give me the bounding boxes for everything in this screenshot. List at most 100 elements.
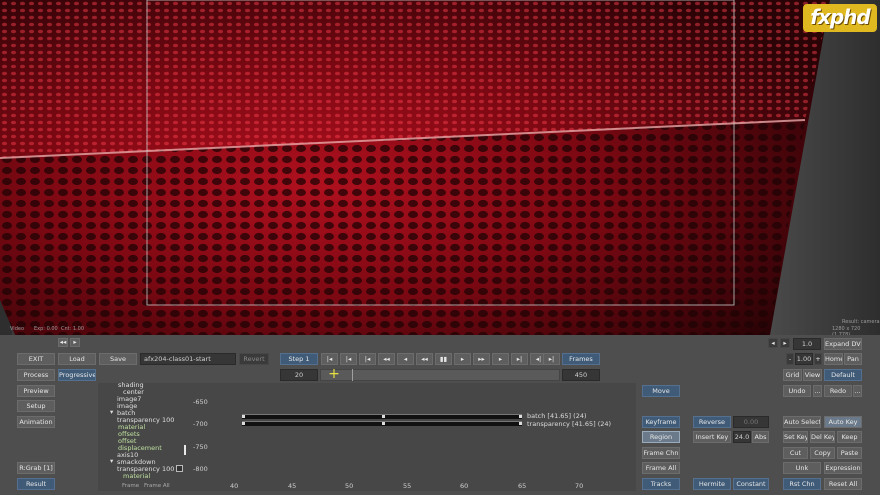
auto-key-button[interactable]: Auto Key <box>824 416 862 428</box>
exit-button[interactable]: EXIT <box>17 353 55 365</box>
reset-all-button[interactable]: Reset All <box>824 478 862 490</box>
abs-button[interactable]: Abs <box>752 431 769 443</box>
move-button[interactable]: Move <box>642 385 680 397</box>
play-icon[interactable]: ▸ <box>454 353 471 365</box>
rst-chn-button[interactable]: Rst Chn <box>783 478 821 490</box>
play-reverse-icon[interactable]: ◂◂ <box>416 353 433 365</box>
paste-button[interactable]: Paste <box>837 447 862 459</box>
keep-button[interactable]: Keep <box>837 431 862 443</box>
tree-item-material-2[interactable]: material <box>123 473 150 480</box>
keyframe-marker[interactable] <box>242 415 245 418</box>
go-to-start-icon[interactable]: |◂ <box>321 353 338 365</box>
scale-value-field[interactable]: 1.00 <box>795 353 813 365</box>
result-label: Result <box>25 480 47 488</box>
stop-icon[interactable]: ▮▮ <box>435 353 452 365</box>
frame-all-button[interactable]: Frame All <box>642 462 680 474</box>
paste-label: Paste <box>840 449 859 457</box>
expand-dve-button[interactable]: Expand DVE <box>824 338 862 350</box>
frame-all-label: Frame All <box>645 464 677 472</box>
fxphd-logo: fxphd <box>803 4 877 32</box>
constant-button[interactable]: Constant <box>733 478 769 490</box>
x-tick-label: 55 <box>403 482 412 490</box>
insert-key-button[interactable]: Insert Key <box>693 431 731 443</box>
expression-button[interactable]: Expression <box>824 462 862 474</box>
tree-expand-batch-icon[interactable]: ▾ <box>110 409 113 416</box>
region-button[interactable]: Region <box>642 431 680 443</box>
redo-button[interactable]: Redo <box>824 385 852 397</box>
start-frame-field[interactable]: 20 <box>280 369 318 381</box>
tree-footer-frame-all[interactable]: Frame All <box>144 483 170 490</box>
keyframe-marker[interactable] <box>242 422 245 425</box>
reverse-button[interactable]: Reverse <box>693 416 731 428</box>
scale-increase-icon[interactable]: + <box>814 353 822 365</box>
viewport-status-video: Video <box>10 326 25 332</box>
prev-page-icon[interactable]: ◂ <box>768 338 778 348</box>
frames-button[interactable]: Frames <box>562 353 600 365</box>
preview-label: Preview <box>23 387 49 395</box>
revert-button[interactable]: Revert <box>239 353 269 365</box>
scale-decrease-icon[interactable]: - <box>786 353 794 365</box>
next-key-icon[interactable]: ▸| <box>511 353 528 365</box>
load-button[interactable]: Load <box>58 353 96 365</box>
hermite-label: Hermite <box>698 480 726 488</box>
unk-label: Unk <box>795 464 809 472</box>
transparency-lock-icon[interactable] <box>176 465 183 472</box>
grid-button[interactable]: Grid <box>783 369 802 381</box>
viewport[interactable]: fxphd Video Exp: 0.00 Cnt: 1.00 Result: … <box>0 0 880 335</box>
collapse-right-icon[interactable]: ▸ <box>70 338 80 347</box>
step-button[interactable]: Step 1 <box>280 353 318 365</box>
expand-dve-label: Expand DVE <box>825 340 862 348</box>
copy-button[interactable]: Copy <box>810 447 835 459</box>
copy-label: Copy <box>814 449 831 457</box>
undo-button[interactable]: Undo <box>783 385 811 397</box>
save-button[interactable]: Save <box>99 353 137 365</box>
animation-curve-editor[interactable] <box>186 383 636 491</box>
keyframe-marker[interactable] <box>519 415 522 418</box>
jog-forward-icon[interactable]: ▸▸ <box>473 353 490 365</box>
setup-button[interactable]: Setup <box>17 400 55 412</box>
prev-frame-mark-icon[interactable]: |◂ <box>359 353 376 365</box>
timeline-scrubber[interactable] <box>320 369 560 381</box>
pan-button[interactable]: Pan <box>844 353 862 365</box>
default-button[interactable]: Default <box>824 369 862 381</box>
rgrab-button[interactable]: R:Grab [1] <box>17 462 55 474</box>
home-button[interactable]: Home <box>824 353 843 365</box>
unk-button[interactable]: Unk <box>783 462 821 474</box>
keyframe-marker[interactable] <box>382 415 385 418</box>
view-button[interactable]: View <box>803 369 822 381</box>
result-button[interactable]: Result <box>17 478 55 490</box>
prev-key-icon[interactable]: |◂ <box>340 353 357 365</box>
reverse-value-field[interactable]: 0.00 <box>733 416 769 428</box>
go-to-end-icon[interactable]: ▸| <box>543 353 560 365</box>
keyframe-marker[interactable] <box>519 422 522 425</box>
end-frame-field[interactable]: 450 <box>562 369 600 381</box>
tracks-button[interactable]: Tracks <box>642 478 680 490</box>
cut-button[interactable]: Cut <box>783 447 808 459</box>
undo-list-icon[interactable]: … <box>813 385 822 397</box>
del-key-button[interactable]: Del Key <box>810 431 835 443</box>
progressive-button[interactable]: Progressive <box>58 369 96 381</box>
collapse-left-icon[interactable]: ◂◂ <box>58 338 68 347</box>
key-value-field[interactable]: 24.0 <box>733 431 751 443</box>
tree-expand-smackdown-icon[interactable]: ▾ <box>110 458 113 465</box>
auto-select-button[interactable]: Auto Select <box>783 416 821 428</box>
tree-footer-frame[interactable]: Frame <box>122 483 139 490</box>
jog-back-icon[interactable]: ◂◂ <box>378 353 395 365</box>
timeline-playhead[interactable] <box>352 369 353 381</box>
save-label: Save <box>110 355 126 363</box>
preview-button[interactable]: Preview <box>17 385 55 397</box>
zoom-value-field[interactable]: 1.0 <box>793 338 821 350</box>
step-back-icon[interactable]: ◂ <box>397 353 414 365</box>
grid-label: Grid <box>785 371 800 379</box>
process-button[interactable]: Process <box>17 369 55 381</box>
hermite-button[interactable]: Hermite <box>693 478 731 490</box>
animation-button[interactable]: Animation <box>17 416 55 428</box>
setup-name-field[interactable]: afx204-class01-start <box>140 353 236 365</box>
keyframe-button[interactable]: Keyframe <box>642 416 680 428</box>
step-forward-icon[interactable]: ▸ <box>492 353 509 365</box>
redo-list-icon[interactable]: … <box>853 385 862 397</box>
next-page-icon[interactable]: ▸ <box>780 338 790 348</box>
frame-chn-button[interactable]: Frame Chn <box>642 447 680 459</box>
keyframe-marker[interactable] <box>382 422 385 425</box>
set-key-button[interactable]: Set Key <box>783 431 808 443</box>
